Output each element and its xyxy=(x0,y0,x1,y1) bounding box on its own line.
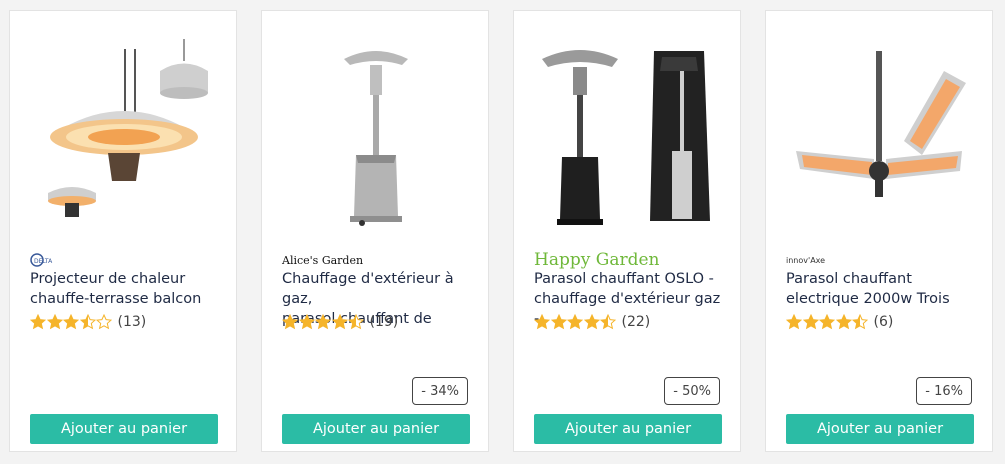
star-empty-icon xyxy=(96,314,112,330)
add-to-cart-button[interactable]: Ajouter au panier xyxy=(534,414,722,444)
review-count: (13) xyxy=(117,314,147,330)
product-title-line1: Projecteur de chaleur xyxy=(30,271,186,287)
star-half-icon xyxy=(852,314,868,330)
product-rating: (13) xyxy=(30,314,146,330)
star-full-icon xyxy=(30,314,46,330)
star-full-icon xyxy=(331,314,348,330)
discount-badge: - 16% xyxy=(916,377,972,405)
star-full-icon xyxy=(282,314,298,330)
product-title-line1: Parasol chauffant OSLO - xyxy=(534,271,714,287)
star-rating xyxy=(282,314,365,330)
svg-text:DELTA: DELTA xyxy=(34,258,53,265)
add-to-cart-button[interactable]: Ajouter au panier xyxy=(786,414,974,444)
add-to-cart-button[interactable]: Ajouter au panier xyxy=(30,414,218,444)
star-full-icon xyxy=(63,314,79,330)
star-full-icon xyxy=(583,314,600,330)
product-title-line2: chauffe-terrasse balcon xyxy=(30,291,202,307)
product-card[interactable]: Alice's Garden Chauffage d'extérieur à g… xyxy=(261,10,489,452)
review-count: (19) xyxy=(369,314,399,330)
review-count: (6) xyxy=(873,314,894,330)
product-card[interactable]: Happy Garden Parasol chauffant OSLO - ch… xyxy=(513,10,741,452)
product-rating: (22) xyxy=(534,314,650,330)
star-full-icon xyxy=(567,314,583,330)
star-full-icon xyxy=(802,314,819,330)
star-full-icon xyxy=(819,314,835,330)
add-to-cart-button[interactable]: Ajouter au panier xyxy=(282,414,470,444)
star-full-icon xyxy=(786,314,802,330)
product-title[interactable]: Parasol chauffant electrique 2000w Trois xyxy=(786,269,981,309)
star-half-icon xyxy=(600,314,616,330)
star-half-icon xyxy=(348,314,364,330)
star-rating xyxy=(30,314,113,330)
star-full-icon xyxy=(534,314,550,330)
product-carousel: DELTA Projecteur de chaleur chauffe-terr… xyxy=(0,0,1005,464)
hanging-heater-image[interactable] xyxy=(20,31,228,236)
three-arm-heater-image[interactable] xyxy=(776,31,984,236)
patio-heater-cover-image[interactable] xyxy=(524,31,732,236)
star-rating xyxy=(786,314,869,330)
product-title-line1: Chauffage d'extérieur à gaz, xyxy=(282,271,454,307)
product-title[interactable]: Projecteur de chaleur chauffe-terrasse b… xyxy=(30,269,225,309)
star-full-icon xyxy=(315,314,331,330)
discount-badge: - 50% xyxy=(664,377,720,405)
product-card[interactable]: innov'Axe Parasol chauffant electrique 2… xyxy=(765,10,993,452)
product-rating: (19) xyxy=(282,314,398,330)
product-card[interactable]: DELTA Projecteur de chaleur chauffe-terr… xyxy=(9,10,237,452)
patio-heater-image[interactable] xyxy=(272,31,480,236)
star-full-icon xyxy=(550,314,567,330)
star-full-icon xyxy=(46,314,63,330)
star-full-icon xyxy=(835,314,852,330)
product-rating: (6) xyxy=(786,314,893,330)
discount-badge: - 34% xyxy=(412,377,468,405)
star-rating xyxy=(534,314,617,330)
star-half-icon xyxy=(79,314,96,330)
product-title-line2: electrique 2000w Trois xyxy=(786,291,950,307)
product-title-line1: Parasol chauffant xyxy=(786,271,912,287)
star-full-icon xyxy=(298,314,315,330)
review-count: (22) xyxy=(621,314,651,330)
